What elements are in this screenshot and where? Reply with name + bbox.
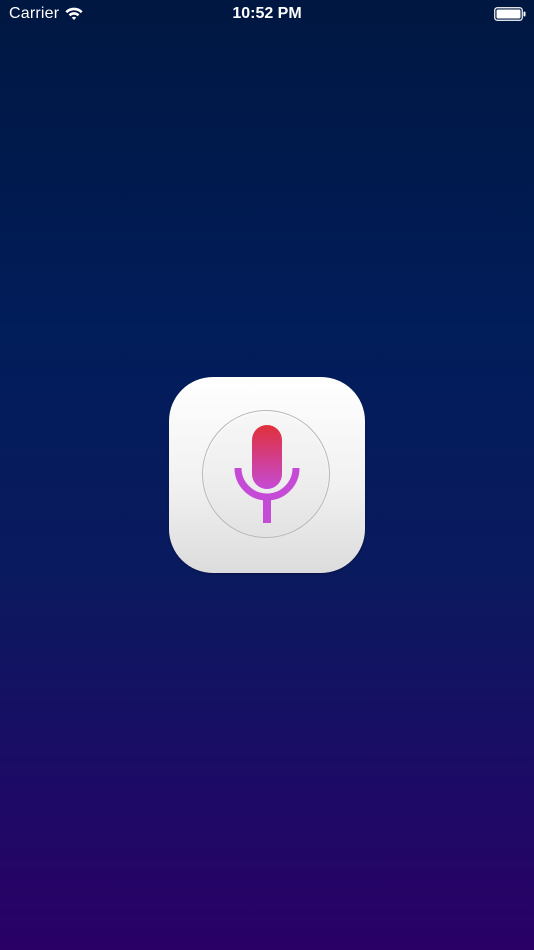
battery-icon <box>494 7 526 21</box>
microphone-icon <box>234 425 300 523</box>
app-icon-tile <box>169 377 365 573</box>
status-time: 10:52 PM <box>232 5 302 22</box>
mic-button[interactable] <box>202 410 330 538</box>
status-bar: Carrier 10:52 PM <box>0 0 534 28</box>
